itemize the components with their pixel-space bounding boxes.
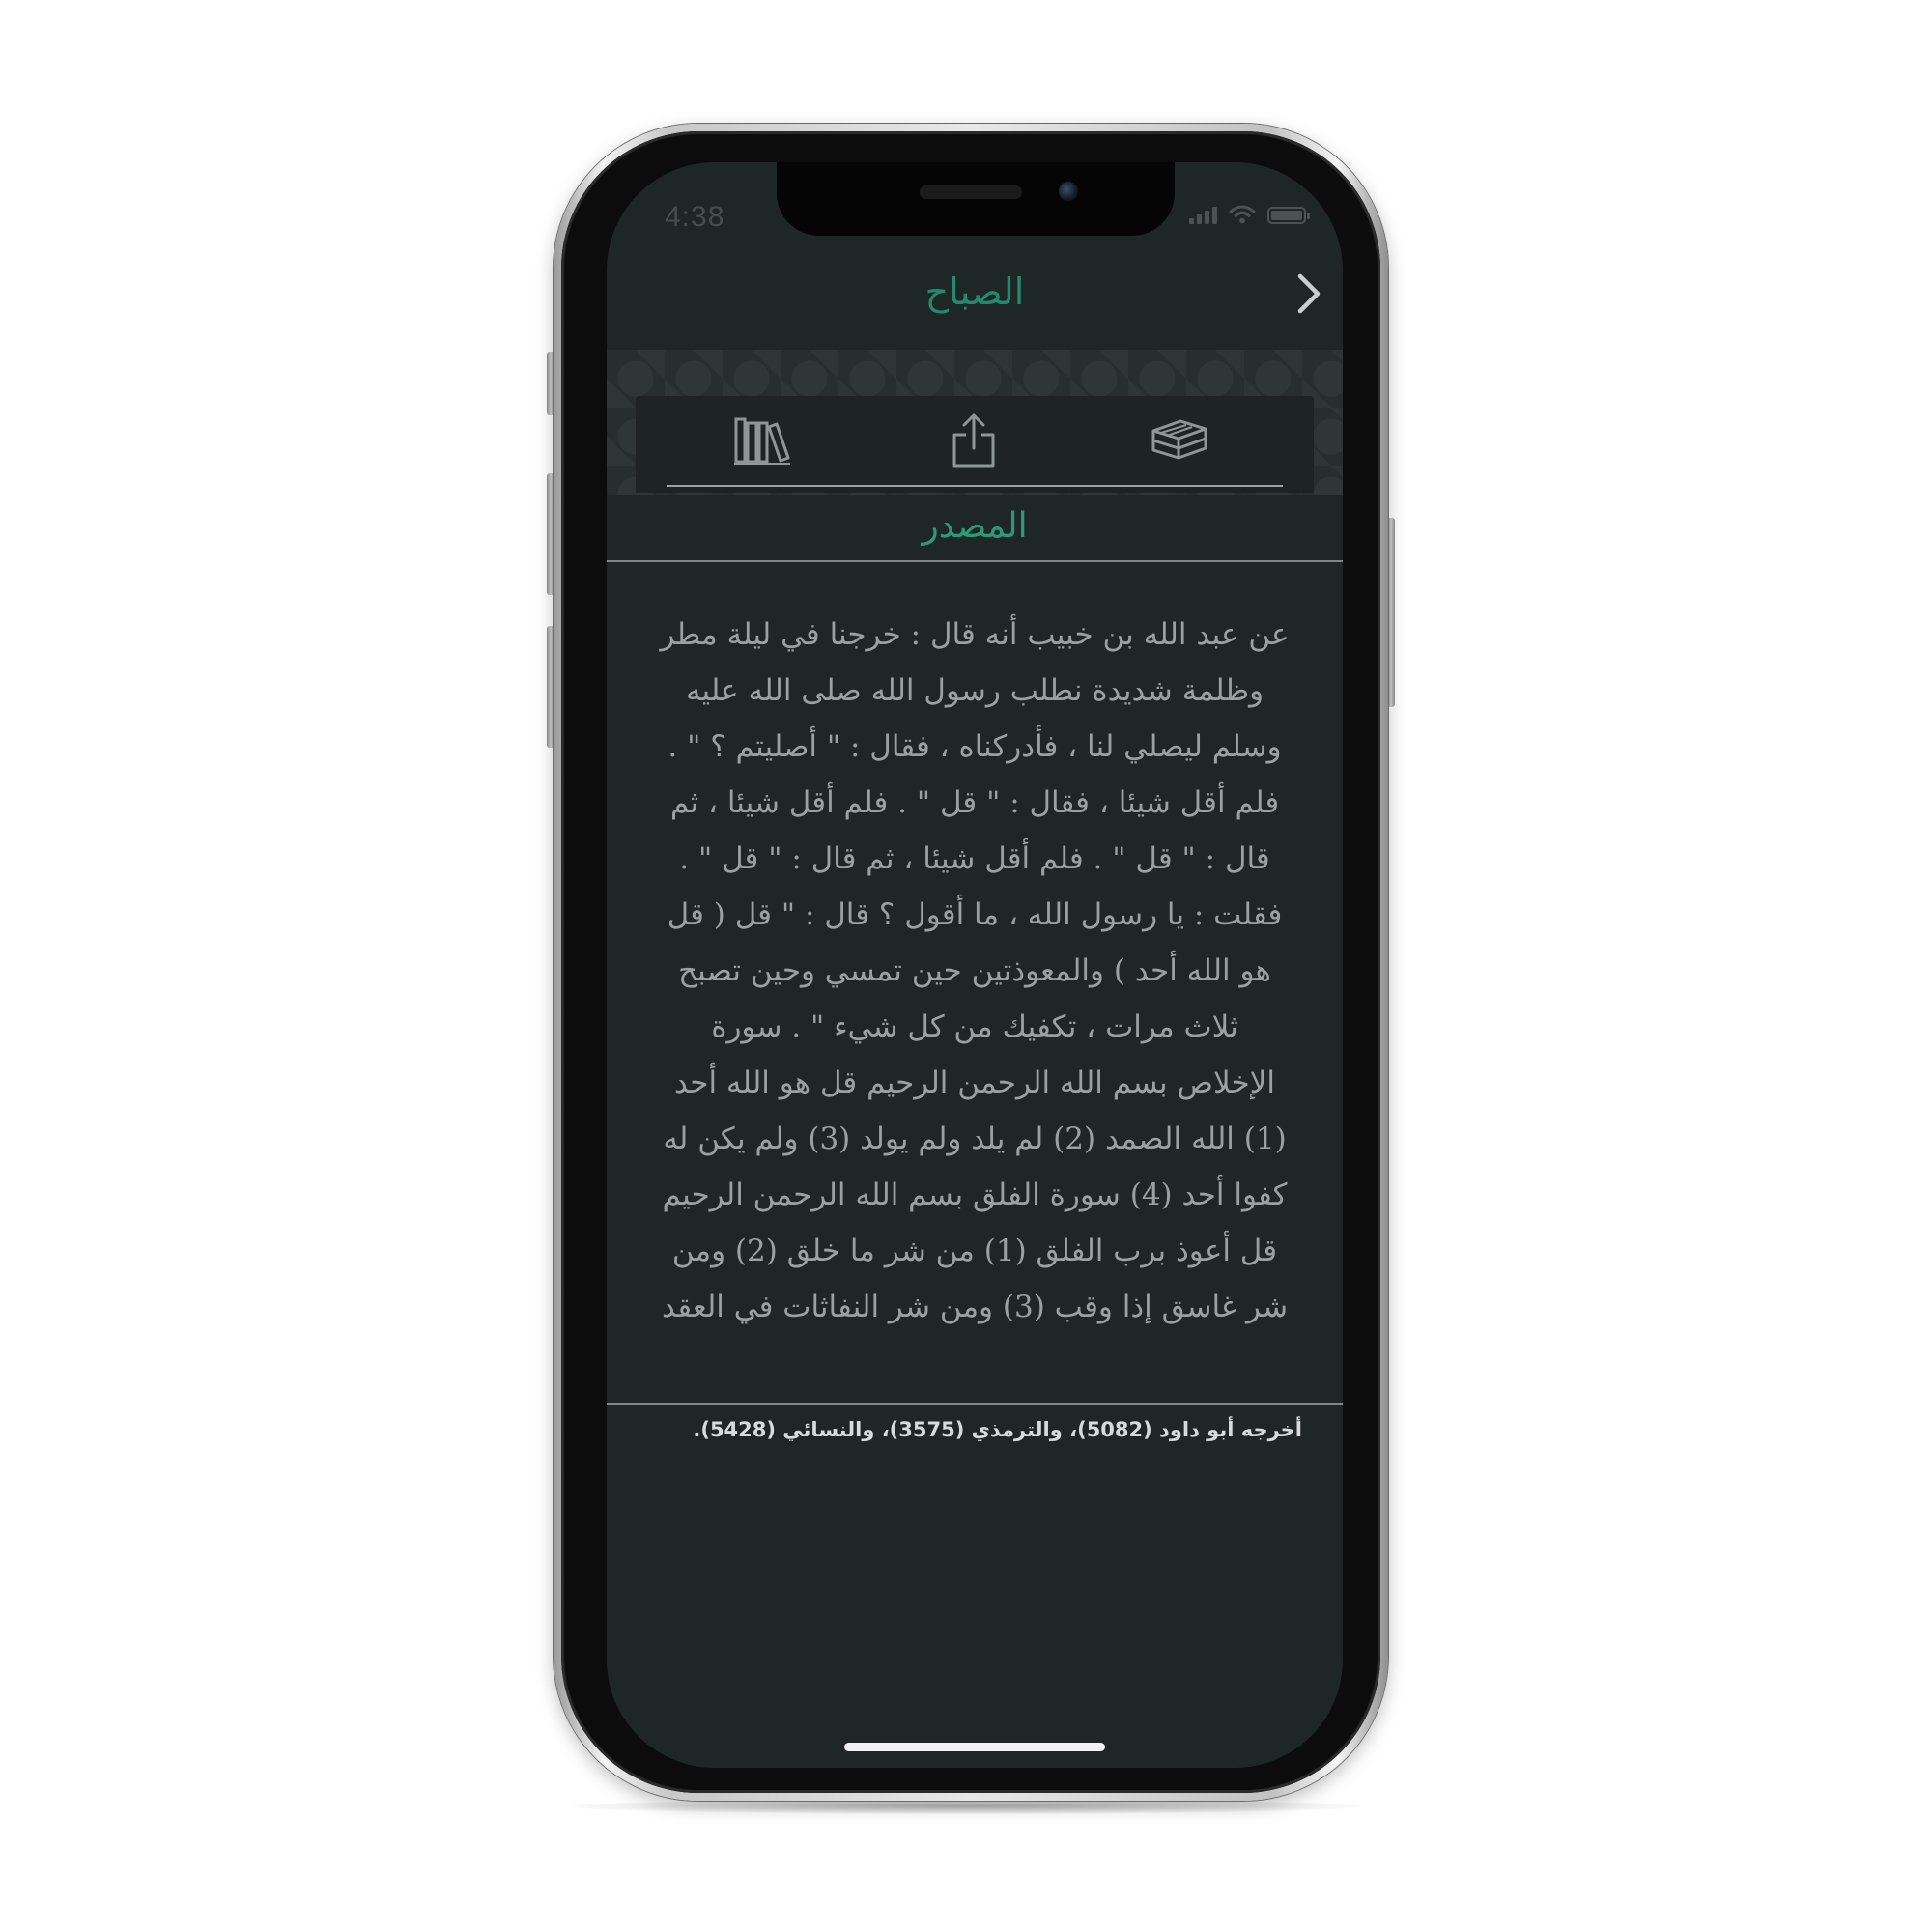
- wifi-icon: [1229, 205, 1256, 224]
- front-camera: [1059, 182, 1078, 201]
- battery-icon: [1267, 207, 1310, 224]
- earpiece-speaker: [920, 185, 1022, 199]
- status-time: 4:38: [665, 201, 725, 233]
- notch: [777, 162, 1175, 236]
- product-mockup-stage: 4:38 الصباح المصدر عن عبد الله بن خبيب أ…: [0, 0, 1932, 1932]
- phone-shadow: [570, 1799, 1362, 1814]
- divider: [607, 560, 1343, 562]
- book-stack-icon[interactable]: [1148, 412, 1209, 469]
- share-icon[interactable]: [943, 412, 1005, 469]
- app-screen: 4:38 الصباح المصدر عن عبد الله بن خبيب أ…: [607, 162, 1343, 1768]
- status-icons: [1189, 205, 1310, 224]
- section-title: المصدر: [922, 506, 1028, 546]
- source-reference: أخرجه أبو داود (5082)، والترمذي (3575)، …: [693, 1418, 1302, 1441]
- library-books-icon[interactable]: [730, 412, 792, 469]
- power-button: [1387, 518, 1395, 707]
- divider: [607, 1403, 1343, 1405]
- action-toolbar: [636, 396, 1314, 493]
- home-indicator[interactable]: [844, 1743, 1105, 1751]
- chevron-right-icon[interactable]: [1287, 267, 1329, 321]
- hadith-text[interactable]: عن عبد الله بن خبيب أنه قال : خرجنا في ل…: [659, 607, 1291, 1343]
- toolbar-underline: [667, 485, 1283, 487]
- nav-title: الصباح: [924, 270, 1025, 313]
- cellular-signal-icon: [1189, 205, 1217, 224]
